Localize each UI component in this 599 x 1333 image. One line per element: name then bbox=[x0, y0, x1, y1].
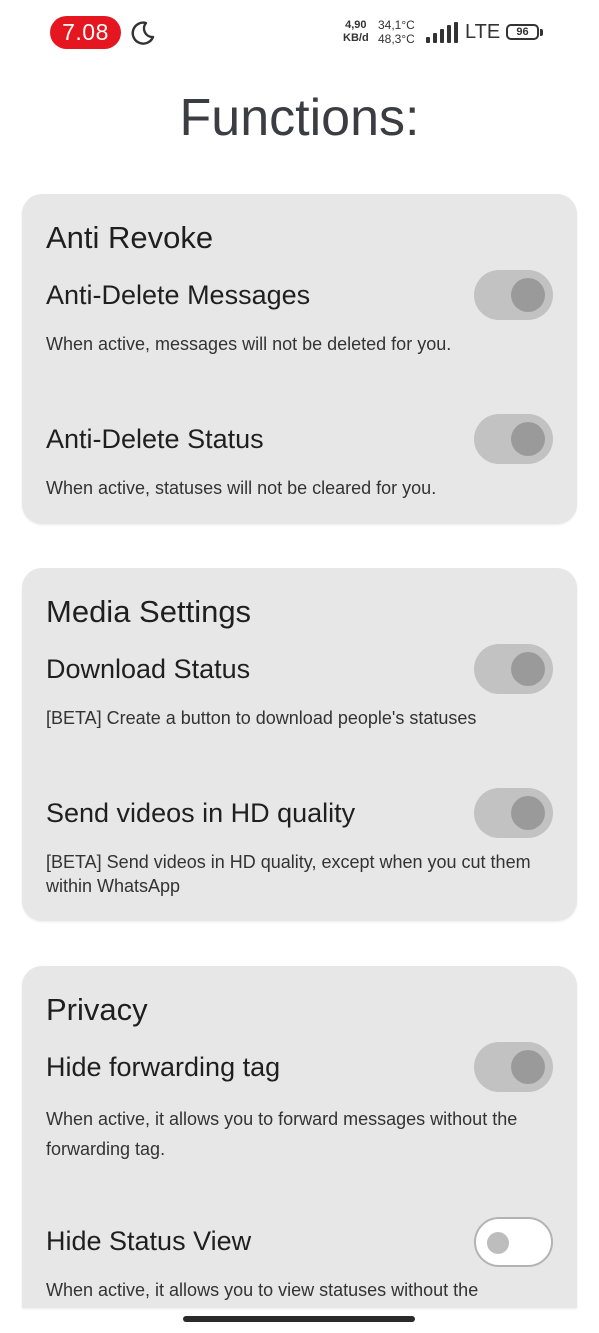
toggle-knob bbox=[511, 1050, 545, 1084]
status-time: 7.08 bbox=[50, 16, 121, 49]
download-status-toggle[interactable] bbox=[474, 644, 553, 694]
toggle-knob bbox=[511, 278, 545, 312]
setting-description: When active, messages will not be delete… bbox=[46, 334, 452, 354]
setting-description: When active, statuses will not be cleare… bbox=[46, 478, 437, 498]
temperature-2: 48,3°C bbox=[378, 32, 415, 46]
section-title: Privacy bbox=[46, 992, 148, 1027]
toggle-knob bbox=[511, 796, 545, 830]
network-speed: 4,90 KB/d bbox=[343, 19, 369, 45]
setting-description: [BETA] Send videos in HD quality, except… bbox=[46, 852, 531, 896]
setting-label: Download Status bbox=[46, 654, 251, 684]
home-indicator[interactable] bbox=[183, 1316, 415, 1322]
section-media-settings: Media Settings Download Status [BETA] Cr… bbox=[22, 568, 577, 921]
setting-description: When active, it allows you to view statu… bbox=[46, 1280, 479, 1300]
section-title: Media Settings bbox=[46, 594, 252, 629]
setting-label: Anti-Delete Status bbox=[46, 424, 264, 454]
battery-icon: 96 bbox=[506, 24, 539, 40]
section-anti-revoke: Anti Revoke Anti-Delete Messages When ac… bbox=[22, 194, 577, 524]
page-title: Functions: bbox=[179, 89, 420, 147]
network-speed-value: 4,90 bbox=[345, 19, 367, 31]
anti-delete-status-toggle[interactable] bbox=[474, 414, 553, 464]
network-speed-unit: KB/d bbox=[343, 32, 369, 44]
setting-description: [BETA] Create a button to download peopl… bbox=[46, 708, 477, 728]
setting-label: Send videos in HD quality bbox=[46, 798, 356, 828]
setting-label: Hide forwarding tag bbox=[46, 1052, 281, 1082]
section-privacy: Privacy Hide forwarding tag When active,… bbox=[22, 966, 577, 1308]
setting-label: Anti-Delete Messages bbox=[46, 280, 311, 310]
temperature-1: 34,1°C bbox=[378, 18, 415, 32]
hd-videos-toggle[interactable] bbox=[474, 788, 553, 838]
moon-icon bbox=[131, 21, 155, 45]
anti-delete-messages-toggle[interactable] bbox=[474, 270, 553, 320]
setting-description: When active, it allows you to forward me… bbox=[46, 1109, 518, 1159]
hide-forwarding-tag-toggle[interactable] bbox=[474, 1042, 553, 1092]
network-type: LTE bbox=[465, 21, 501, 43]
toggle-knob bbox=[511, 422, 545, 456]
hide-status-view-toggle[interactable] bbox=[474, 1217, 553, 1267]
status-bar: 7.08 4,90 KB/d 34,1°C 48,3°C LTE 96 bbox=[0, 0, 599, 66]
signal-icon bbox=[426, 22, 458, 43]
setting-label: Hide Status View bbox=[46, 1226, 252, 1256]
section-title: Anti Revoke bbox=[46, 220, 214, 255]
battery-tip bbox=[540, 29, 543, 36]
temperatures: 34,1°C 48,3°C bbox=[378, 18, 415, 46]
toggle-knob bbox=[487, 1232, 509, 1254]
toggle-knob bbox=[511, 652, 545, 686]
